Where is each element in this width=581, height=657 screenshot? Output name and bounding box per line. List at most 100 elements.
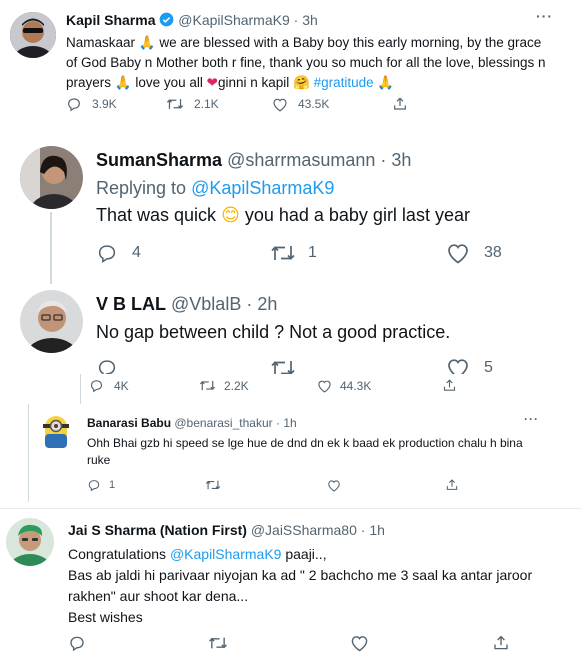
- retweet-count: 2.2K: [224, 378, 249, 393]
- timestamp[interactable]: 3h: [302, 12, 318, 28]
- like-button[interactable]: [350, 634, 492, 652]
- like-button[interactable]: [327, 479, 445, 492]
- tweet-text-part: love you all: [131, 75, 207, 90]
- separator: ·: [293, 12, 299, 28]
- reply-icon: [66, 96, 82, 112]
- mention-link[interactable]: @KapilSharmaK9: [170, 546, 282, 562]
- retweet-button[interactable]: 1: [270, 242, 446, 264]
- like-icon: [446, 242, 470, 264]
- author-name[interactable]: V B LAL: [96, 294, 166, 314]
- share-icon: [445, 478, 459, 492]
- like-button[interactable]: 44.3K: [317, 379, 442, 393]
- like-count: 44.3K: [340, 378, 372, 393]
- timestamp[interactable]: 3h: [391, 150, 411, 170]
- reply-icon: [87, 478, 101, 492]
- tweet-text-line: Congratulations @KapilSharmaK9 paaji..,: [68, 544, 568, 565]
- author-handle[interactable]: @KapilSharmaK9: [178, 12, 290, 28]
- more-icon[interactable]: ···: [524, 412, 539, 426]
- retweet-count: 2.1K: [194, 97, 219, 111]
- tweet-text-part: Namaskaar: [66, 35, 139, 50]
- retweet-icon: [199, 378, 216, 393]
- folded-hands-emoji: 🙏: [114, 75, 132, 91]
- tweet-text: That was quick 😊 you had a baby girl las…: [96, 205, 470, 226]
- timestamp[interactable]: 1h: [369, 522, 385, 538]
- share-button[interactable]: [392, 96, 408, 112]
- like-button[interactable]: 43.5K: [272, 97, 392, 112]
- gap: [0, 128, 581, 138]
- reply-icon: [89, 378, 104, 393]
- tweet-text: Namaskaar 🙏 we are blessed with a Baby b…: [66, 33, 546, 93]
- share-icon: [392, 96, 408, 112]
- reply-count: 4K: [114, 378, 129, 393]
- avatar[interactable]: [20, 146, 83, 209]
- replying-to-mention[interactable]: @KapilSharmaK9: [191, 178, 334, 198]
- smiling-face-emoji: 😊: [221, 205, 240, 226]
- like-icon: [327, 479, 341, 492]
- tweet-text-part: ginni n kapil: [217, 75, 294, 90]
- avatar[interactable]: [39, 412, 73, 452]
- author-name[interactable]: SumanSharma: [96, 150, 222, 170]
- like-button[interactable]: 38: [446, 242, 502, 264]
- author-name[interactable]: Jai S Sharma (Nation First): [68, 522, 247, 538]
- tweet-kapil[interactable]: Kapil Sharma @KapilSharmaK9 · 3h ··· Nam…: [0, 0, 581, 128]
- reply-button[interactable]: 4K: [89, 378, 199, 393]
- author-handle[interactable]: @benarasi_thakur: [174, 416, 272, 430]
- tweet-text-part: you had a baby girl last year: [239, 205, 470, 225]
- like-icon: [350, 634, 369, 652]
- share-button[interactable]: [492, 634, 510, 652]
- retweet-icon: [208, 634, 228, 652]
- author-handle[interactable]: @VblalB: [171, 294, 241, 314]
- like-count: 5: [484, 359, 493, 376]
- reply-icon: [68, 634, 86, 652]
- author-name[interactable]: Kapil Sharma: [66, 12, 155, 28]
- avatar[interactable]: [10, 12, 56, 58]
- reply-button[interactable]: 4: [96, 242, 270, 264]
- tweet-actions-fragment: 4K 2.2K 44.3K: [80, 374, 471, 404]
- more-icon[interactable]: ···: [536, 8, 553, 24]
- heart-emoji: ❤: [206, 75, 218, 91]
- separator: ·: [246, 294, 253, 314]
- author-handle[interactable]: @JaiSSharma80: [251, 522, 357, 538]
- retweet-icon: [166, 96, 184, 112]
- retweet-count: 1: [308, 244, 317, 261]
- timestamp[interactable]: 1h: [283, 416, 296, 430]
- tweet-banarasi[interactable]: Banarasi Babu @benarasi_thakur · 1h ··· …: [28, 404, 551, 502]
- reply-count: 1: [109, 479, 116, 491]
- retweet-button[interactable]: 2.2K: [199, 378, 317, 393]
- reply-button[interactable]: 1: [87, 478, 205, 492]
- author-handle[interactable]: @sharrmasumann: [227, 150, 375, 170]
- tweet-jai[interactable]: Jai S Sharma (Nation First) @JaiSSharma8…: [0, 510, 581, 657]
- tweet-text-line: Bas ab jaldi hi parivaar niyojan ka ad "…: [68, 567, 533, 604]
- tweet-suman[interactable]: SumanSharma @sharrmasumann · 3h Replying…: [0, 138, 581, 292]
- separator: ·: [275, 416, 280, 430]
- reply-count: 4: [132, 244, 141, 261]
- retweet-button[interactable]: [205, 478, 327, 492]
- tweet-text-part: That was quick: [96, 205, 222, 225]
- tweet-text-line: Best wishes: [68, 609, 143, 625]
- retweet-icon: [205, 478, 221, 492]
- retweet-icon: [270, 242, 296, 264]
- like-icon: [317, 379, 332, 393]
- folded-hands-emoji: 🙏: [377, 75, 395, 91]
- retweet-button[interactable]: [208, 634, 350, 652]
- author-name[interactable]: Banarasi Babu: [87, 416, 171, 430]
- reply-count: 3.9K: [92, 97, 117, 111]
- share-icon: [492, 634, 510, 652]
- tweet-text-part: Congratulations: [68, 546, 170, 562]
- share-button[interactable]: [442, 378, 457, 393]
- share-button[interactable]: [445, 478, 459, 492]
- share-icon: [442, 378, 457, 393]
- like-count: 38: [484, 244, 502, 261]
- tweet-vblal[interactable]: V B LAL @VblalB · 2h No gap between chil…: [0, 284, 581, 380]
- like-icon: [272, 97, 288, 112]
- hashtag-link[interactable]: #gratitude: [314, 75, 374, 90]
- hugging-face-emoji: 🤗: [293, 75, 310, 91]
- avatar[interactable]: [6, 518, 54, 566]
- retweet-button[interactable]: 2.1K: [166, 96, 272, 112]
- timestamp[interactable]: 2h: [257, 294, 277, 314]
- replying-to-label: Replying to: [96, 178, 187, 198]
- reply-button[interactable]: [68, 634, 208, 652]
- avatar[interactable]: [20, 290, 83, 353]
- reply-icon: [96, 242, 118, 264]
- reply-button[interactable]: 3.9K: [66, 96, 166, 112]
